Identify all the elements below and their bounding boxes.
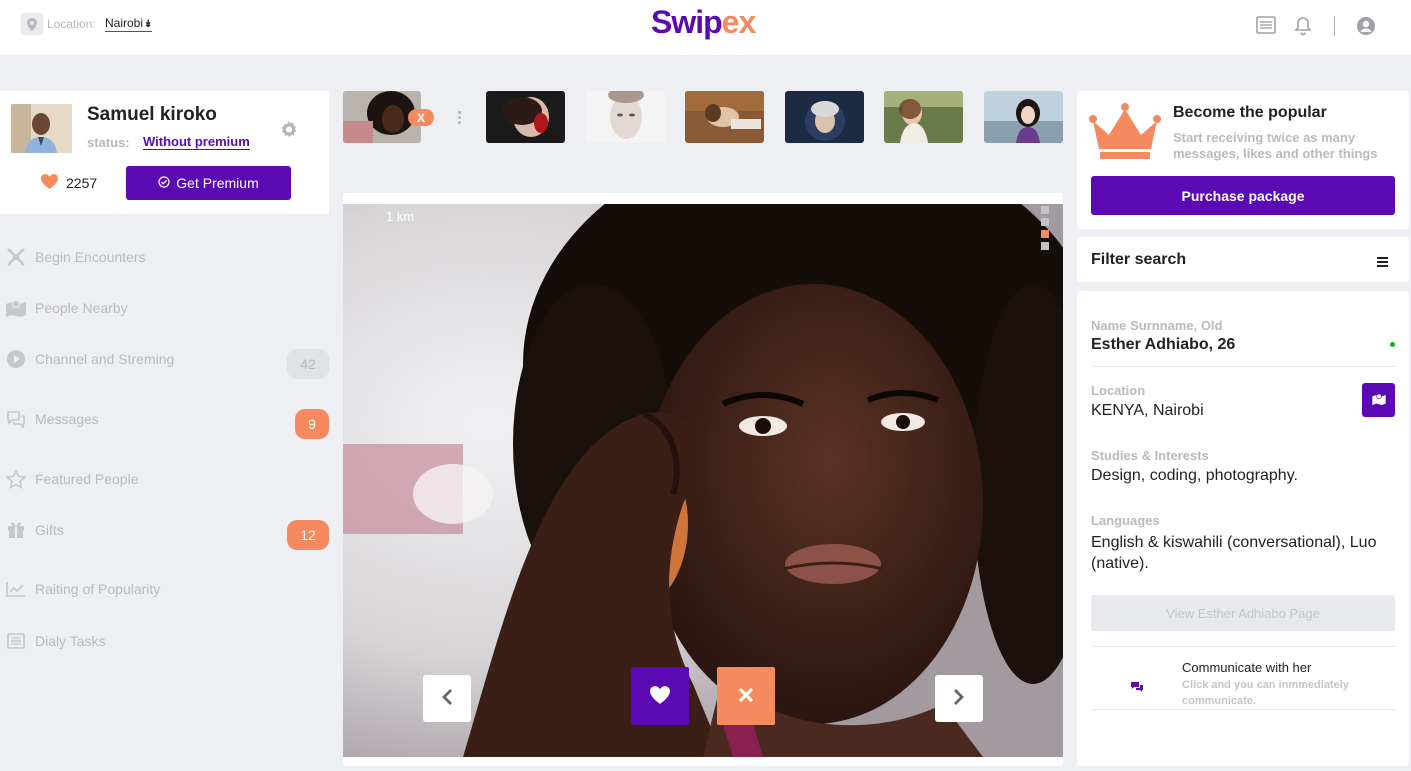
online-status-dot [1390,342,1395,347]
languages-value: English & kiswahili (conversational), Lu… [1091,534,1377,572]
view-map-button[interactable] [1362,383,1395,417]
sidebar-item-channel-and-streaming[interactable]: Channel and Streming [0,344,329,374]
gifts-count-badge: 12 [287,520,329,550]
sidebar-item-daily-tasks[interactable]: Dialy Tasks [0,626,329,656]
sidebar-item-gifts[interactable]: Gifts [0,515,329,545]
likes-counter: 2257 [41,174,97,192]
sidebar-item-people-nearby[interactable]: People Nearby [0,293,329,323]
get-premium-button[interactable]: Get Premium [126,166,291,200]
chevron-left-icon [441,688,453,709]
promo-description: Start receiving twice as many messages, … [1173,130,1378,161]
gift-icon [6,520,26,540]
logo[interactable]: Swipex [651,4,757,41]
close-icon [738,687,754,706]
promo-title: Become the popular [1173,104,1327,121]
profile-thumbnail[interactable] [486,91,565,143]
location-label: Location: [47,17,96,31]
top-bar: Location: Nairobi↡ Swipex [0,0,1411,55]
heart-icon [650,685,670,707]
profile-thumbnail[interactable] [785,91,864,143]
sidebar-item-label: People Nearby [35,300,128,316]
communicate-title: Communicate with her [1182,660,1312,675]
list-icon [6,631,26,651]
sidebar-item-label: Channel and Streming [35,351,175,367]
sidebar-item-messages[interactable]: Messages [0,404,329,434]
crown-icon [1089,103,1161,165]
sidebar-item-featured-people[interactable]: Featured People [0,464,329,494]
profile-thumbnail[interactable] [984,91,1063,143]
check-circle-icon [158,175,170,191]
studies-label: Studies & Interests [1091,448,1209,463]
sidebar-item-begin-encounters[interactable]: Begin Encounters [0,242,329,272]
encounters-icon [6,247,26,267]
distance-label: 1 km [386,209,415,224]
chat-icon [1130,679,1144,697]
chart-icon [6,579,26,599]
gear-icon[interactable] [280,121,298,144]
more-options-icon[interactable] [458,111,461,124]
location-pin-icon [21,13,43,35]
location-value: KENYA, Nairobi [1091,402,1204,419]
status-value-link[interactable]: Without premium [143,135,250,150]
map-icon [6,298,26,318]
divider [1091,366,1395,367]
sidebar-item-label: Messages [35,411,99,427]
avatar[interactable] [11,104,72,153]
sidebar-item-label: Begin Encounters [35,249,146,265]
user-account-icon[interactable] [1356,16,1376,41]
divider [1091,709,1395,710]
remove-thumbnail-button[interactable]: X [408,109,434,126]
map-icon [1371,393,1386,408]
profile-thumbnail[interactable] [685,91,764,143]
communicate-description: Click and you can inmmediately communica… [1182,679,1349,707]
logo-text-part2: ex [721,4,757,40]
messages-count-badge: 9 [295,409,329,439]
menu-icon[interactable] [1377,254,1388,272]
heart-icon [41,174,58,192]
logo-text-part1: Swip [651,4,723,40]
photo-pager[interactable] [1041,206,1049,250]
like-button[interactable] [631,667,689,725]
purchase-package-button[interactable]: Purchase package [1091,176,1395,215]
dislike-button[interactable] [717,667,775,725]
sidebar-item-label: Raiting of Popularity [35,581,161,597]
news-feed-icon[interactable] [1256,16,1276,39]
profile-thumbnail[interactable] [884,91,963,143]
chevron-right-icon [953,688,965,709]
name-value: Esther Adhiabo, 26 [1091,336,1236,353]
sidebar-item-label: Gifts [35,522,64,538]
channel-count-badge: 42 [287,349,329,379]
sidebar-item-label: Featured People [35,471,139,487]
filter-title: Filter search [1091,251,1187,268]
play-icon [6,349,26,369]
communicate-item[interactable]: Communicate with her Click and you can i… [1091,647,1395,709]
sidebar-item-label: Dialy Tasks [35,633,106,649]
studies-value: Design, coding, photography. [1091,467,1298,484]
profile-thumbnail[interactable] [586,91,665,143]
profile-card: Samuel kiroko status: Without premium 22… [0,91,329,214]
name-label: Name Surnname, Old [1091,318,1223,333]
sidebar-item-rating-of-popularity[interactable]: Raiting of Popularity [0,574,329,604]
divider [1334,16,1335,36]
status-label: status: [87,135,130,150]
likes-count: 2257 [66,175,98,191]
star-icon [6,469,26,489]
languages-label: Languages [1091,513,1160,528]
profile-name: Samuel kiroko [87,104,217,125]
next-button[interactable] [935,675,983,722]
bell-icon[interactable] [1294,16,1312,41]
location-select[interactable]: Nairobi↡ [105,16,153,32]
view-profile-page-button[interactable]: View Esther Adhiabo Page [1091,595,1395,631]
previous-button[interactable] [423,675,471,722]
location-value: Nairobi [105,16,144,30]
chevron-down-icon: ↡ [144,19,153,30]
get-premium-label: Get Premium [176,175,259,191]
location-label: Location [1091,383,1146,398]
chat-icon [6,409,26,429]
